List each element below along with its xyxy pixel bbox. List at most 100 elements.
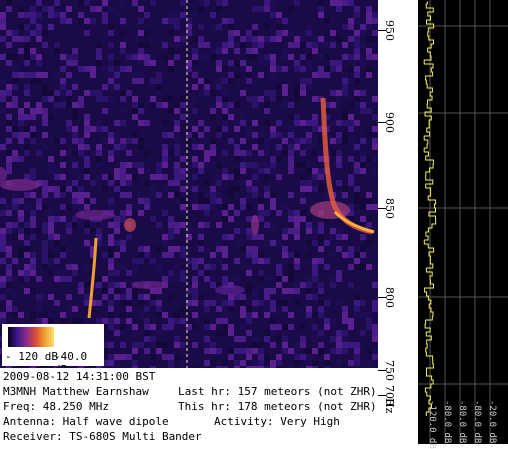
noise-cell [318,168,324,174]
noise-cell [66,90,72,96]
noise-cell [30,126,36,132]
noise-cell [234,186,240,192]
noise-cell [198,90,204,96]
noise-cell [264,54,270,60]
noise-cell [72,270,78,276]
noise-cell [354,42,360,48]
noise-cell [90,6,96,12]
noise-cell [192,204,198,210]
noise-cell [120,120,126,126]
noise-cell [354,18,360,24]
noise-cell [156,102,162,108]
noise-cell [354,48,360,54]
noise-cell [258,36,264,42]
noise-cell [330,252,336,258]
noise-cell [120,300,126,306]
noise-cell [102,66,108,72]
noise-cell [234,360,240,366]
noise-cell [42,258,48,264]
noise-cell [156,174,162,180]
noise-cell [234,156,240,162]
noise-cell [294,144,300,150]
noise-cell [210,204,216,210]
noise-cell [78,174,84,180]
noise-cell [42,108,48,114]
noise-cell [78,0,84,6]
noise-cell [318,258,324,264]
noise-cell [48,96,54,102]
noise-cell [180,222,186,228]
noise-cell [258,252,264,258]
noise-cell [108,156,114,162]
noise-cell [150,60,156,66]
noise-cell [126,54,132,60]
noise-cell [342,72,348,78]
noise-cell [264,120,270,126]
noise-cell [30,252,36,258]
noise-cell [6,90,12,96]
noise-cell [294,120,300,126]
noise-cell [318,246,324,252]
noise-cell [312,168,318,174]
noise-cell [42,240,48,246]
signal-blob [75,210,115,220]
activity-level: Activity: Very High [214,415,340,428]
noise-cell [144,42,150,48]
noise-cell [168,252,174,258]
noise-cell [348,360,354,366]
noise-cell [300,150,306,156]
noise-cell [282,150,288,156]
noise-cell [342,192,348,198]
noise-cell [42,114,48,120]
noise-cell [120,330,126,336]
noise-cell [198,222,204,228]
noise-cell [300,42,306,48]
noise-cell [300,90,306,96]
noise-cell [264,210,270,216]
noise-cell [6,162,12,168]
noise-cell [228,324,234,330]
noise-cell [66,60,72,66]
noise-cell [30,12,36,18]
noise-cell [48,234,54,240]
noise-cell [174,264,180,270]
noise-cell [60,66,66,72]
noise-cell [54,12,60,18]
noise-cell [306,144,312,150]
noise-cell [246,348,252,354]
noise-cell [258,198,264,204]
noise-cell [270,72,276,78]
noise-cell [126,138,132,144]
noise-cell [84,90,90,96]
noise-cell [210,162,216,168]
noise-cell [12,96,18,102]
noise-cell [96,144,102,150]
noise-cell [330,42,336,48]
noise-cell [312,264,318,270]
noise-cell [258,216,264,222]
noise-cell [204,150,210,156]
noise-cell [156,78,162,84]
noise-cell [126,150,132,156]
noise-cell [336,36,342,42]
noise-cell [126,288,132,294]
noise-cell [144,348,150,354]
noise-cell [276,66,282,72]
noise-cell [324,300,330,306]
noise-cell [276,180,282,186]
noise-cell [306,354,312,360]
noise-cell [48,312,54,318]
noise-cell [198,228,204,234]
noise-cell [264,24,270,30]
waterfall-spectrogram [0,0,378,368]
noise-cell [18,234,24,240]
noise-cell [216,0,222,6]
noise-cell [150,354,156,360]
noise-cell [192,294,198,300]
noise-cell [252,360,258,366]
noise-cell [342,186,348,192]
noise-cell [18,114,24,120]
noise-cell [270,306,276,312]
noise-cell [360,168,366,174]
noise-cell [60,174,66,180]
